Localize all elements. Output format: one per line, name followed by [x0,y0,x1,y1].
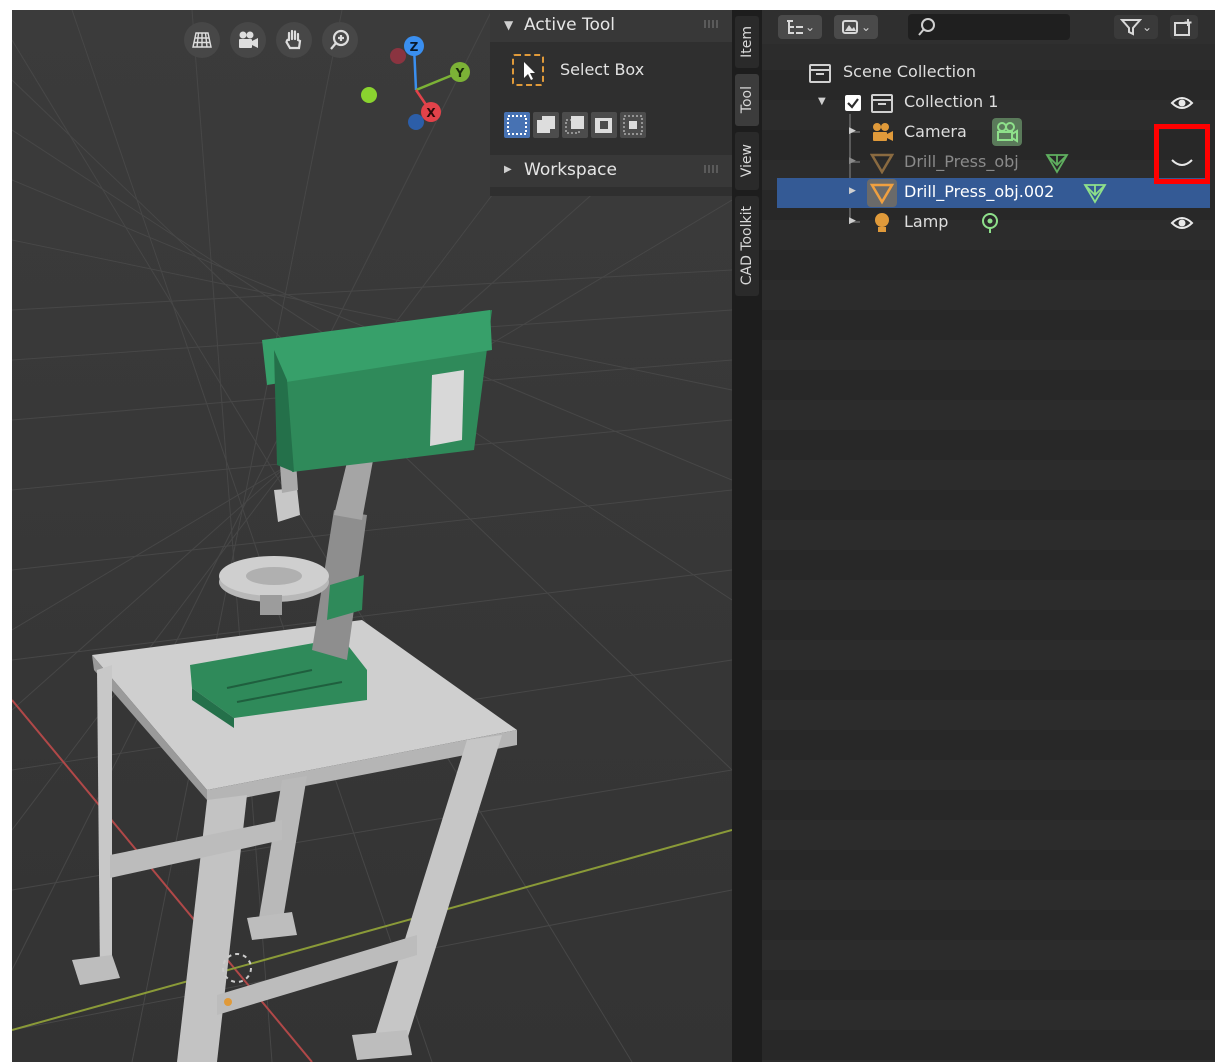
tab-tool[interactable]: Tool [735,74,759,126]
mode-intersect-button[interactable] [620,112,646,138]
grid-icon[interactable] [184,22,220,58]
chevron-down-icon: ⌄ [860,20,872,34]
mesh-data-icon[interactable] [1082,181,1108,205]
collapse-triangle-icon: ▼ [504,18,514,32]
camera-data-icon[interactable] [992,118,1022,146]
mesh-icon [867,179,897,207]
zoom-icon[interactable] [322,22,358,58]
camera-icon [873,123,893,141]
z-axis-label: Z [410,40,419,54]
hand-pan-icon[interactable] [276,22,312,58]
sidebar-panel: ▼ Active Tool Select Box ▶ Workspace [490,10,732,196]
chevron-down-icon: ⌄ [1141,20,1153,34]
mode-subtract-button[interactable] [562,112,588,138]
workspace-title: Workspace [524,160,617,180]
scene-collection-icon [809,64,831,83]
tab-tool-label: Tool [739,86,755,114]
tree-row-lamp[interactable]: ▶ Lamp [762,208,1215,238]
outliner: ⌄ ⌄ ⌄ Scene Collection ▼ Collection 1 ▶ … [762,10,1215,1062]
collection-icon [871,94,893,113]
expand-triangle-icon: ▶ [504,164,512,175]
lamp-label: Lamp [904,212,949,231]
expand-arrow-icon[interactable]: ▶ [849,156,856,166]
chevron-down-icon: ⌄ [804,20,816,34]
drag-grip-icon[interactable] [704,20,720,28]
camera-icon[interactable] [230,22,266,58]
x-axis-label: X [426,106,436,120]
new-collection-icon [1174,19,1192,36]
lamp-icon [875,213,889,232]
expand-arrow-icon[interactable]: ▶ [849,126,856,136]
tree-row-camera[interactable]: ▶ Camera [762,118,1215,148]
tab-cad-toolkit-label: CAD Toolkit [739,206,755,286]
axis-gizmo[interactable]: Z Y X [356,32,486,142]
y-axis-label: Y [455,66,465,80]
y-negative-icon[interactable] [361,87,377,103]
tab-view-label: View [739,144,755,178]
mode-invert-button[interactable] [591,112,617,138]
search-input[interactable] [908,14,1070,40]
expand-arrow-icon[interactable]: ▶ [849,186,856,196]
annotation-highlight-box [1154,124,1210,184]
select-box-tool-icon[interactable] [512,54,544,86]
eye-icon[interactable] [1170,214,1194,232]
expand-arrow-icon[interactable]: ▶ [849,216,856,226]
search-icon [918,18,935,36]
filter-dropdown[interactable]: ⌄ [1114,15,1158,39]
collection-label: Collection 1 [904,92,999,111]
mode-extend-button[interactable] [533,112,559,138]
tree-row-drill-press-obj[interactable]: ▶ Drill_Press_obj [762,148,1215,178]
blender-window: Z Y X ▼ Active Tool Select Box ▶ Workspa… [12,10,1215,1062]
new-collection-button[interactable] [1170,15,1198,39]
display-mode-dropdown[interactable]: ⌄ [778,15,822,39]
filter-icon [1119,19,1142,36]
include-checkbox[interactable] [844,94,862,112]
tab-view[interactable]: View [735,132,759,190]
tree-row-scene-collection[interactable]: Scene Collection [762,58,1215,88]
workspace-header[interactable]: ▶ Workspace [490,155,732,187]
mode-new-selection-button[interactable] [504,112,530,138]
drag-grip-icon[interactable] [704,165,720,173]
outliner-header: ⌄ ⌄ ⌄ [762,10,1215,44]
light-data-icon[interactable] [978,211,1002,235]
tab-cad-toolkit[interactable]: CAD Toolkit [735,196,759,296]
active-tool-label: Select Box [560,60,645,79]
3d-viewport[interactable]: Z Y X ▼ Active Tool Select Box ▶ Workspa… [12,10,732,1062]
mesh-icon [870,153,894,174]
mesh-data-icon[interactable] [1044,151,1070,175]
scene-collection-label: Scene Collection [843,62,977,81]
sidebar-tabs: Item Tool View CAD Toolkit [732,10,762,1062]
active-tool-title: Active Tool [524,15,616,35]
drill-press-object[interactable] [190,310,492,728]
tab-item[interactable]: Item [735,16,759,68]
tree-row-collection-1[interactable]: ▼ Collection 1 [762,88,1215,118]
eye-icon[interactable] [1170,94,1194,112]
origin-point-icon [224,998,232,1006]
filter-display-dropdown[interactable]: ⌄ [834,15,878,39]
tree-row-drill-press-obj-002[interactable]: ▶ Drill_Press_obj.002 [777,178,1210,208]
tab-item-label: Item [739,26,755,58]
expand-arrow-icon[interactable]: ▼ [818,96,826,107]
drill-press-obj-002-label: Drill_Press_obj.002 [904,182,1055,201]
drill-press-obj-label: Drill_Press_obj [904,152,1019,171]
active-tool-header[interactable]: ▼ Active Tool [490,10,732,42]
camera-label: Camera [904,122,967,141]
